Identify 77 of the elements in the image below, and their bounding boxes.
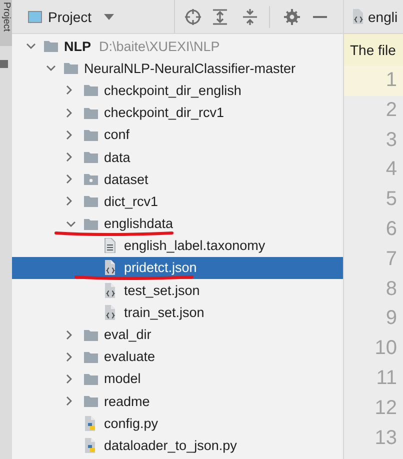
folder-icon <box>84 395 98 408</box>
chevron-right-icon[interactable] <box>66 352 72 362</box>
folder-icon <box>84 128 98 141</box>
json-file-icon <box>104 282 116 298</box>
panel-title[interactable]: Project <box>48 8 92 24</box>
tree-item[interactable]: dataloader_to_json.py <box>12 434 343 457</box>
folder-icon <box>84 218 98 230</box>
tree-item[interactable]: englishdata <box>12 212 343 235</box>
collapse-all-icon[interactable] <box>242 8 257 24</box>
folder-icon <box>64 62 78 74</box>
line-number: 10 <box>374 336 398 362</box>
json-file-icon <box>352 9 364 24</box>
line-number: 8 <box>384 276 398 302</box>
tree-item[interactable]: data <box>12 146 343 168</box>
editor-tab[interactable]: engli <box>344 0 403 34</box>
chevron-right-icon[interactable] <box>66 108 72 118</box>
chevron-right-icon[interactable] <box>66 374 72 384</box>
tree-item[interactable]: eval_dir <box>12 323 343 346</box>
chevron-down-icon[interactable] <box>26 43 36 50</box>
dropdown-caret-icon[interactable] <box>104 14 114 20</box>
chevron-right-icon[interactable] <box>66 152 72 162</box>
line-number: 11 <box>375 366 398 391</box>
tree-item[interactable]: NLP D:\baite\XUEXI\NLP <box>12 35 343 58</box>
line-number: 3 <box>384 128 398 153</box>
tree-item[interactable]: english_label.taxonomy <box>12 234 343 257</box>
json-file-icon <box>104 260 116 276</box>
tree-item[interactable]: model <box>12 368 343 390</box>
python-file-icon <box>84 438 97 453</box>
chevron-right-icon[interactable] <box>66 196 72 206</box>
tool-window-tab[interactable]: Project <box>0 0 12 46</box>
tree-item[interactable]: checkpoint_dir_rcv1 <box>12 102 343 124</box>
package-folder-icon <box>84 173 98 186</box>
line-number: 6 <box>384 216 398 242</box>
chevron-right-icon[interactable] <box>66 396 72 406</box>
folder-icon <box>84 372 98 385</box>
tree-item[interactable]: checkpoint_dir_english <box>12 79 343 102</box>
line-number: 2 <box>384 98 398 123</box>
line-number: 9 <box>384 306 398 332</box>
project-path: D:\baite\XUEXI\NLP <box>99 38 220 54</box>
folder-icon <box>84 151 98 164</box>
crosshair-icon[interactable] <box>184 8 201 24</box>
tree-item[interactable]: conf <box>12 124 343 146</box>
line-number: 7 <box>384 246 398 272</box>
line-number: 1 <box>344 66 403 96</box>
expand-all-icon[interactable] <box>212 8 227 24</box>
project-icon <box>28 10 42 22</box>
folder-icon <box>84 84 98 96</box>
tree-item[interactable]: readme <box>12 390 343 412</box>
chevron-right-icon[interactable] <box>66 130 72 140</box>
tree-item[interactable]: config.py <box>12 412 343 434</box>
tree-item[interactable]: pridetct.json <box>12 256 343 280</box>
json-file-icon <box>104 304 116 320</box>
chevron-down-icon[interactable] <box>66 220 76 227</box>
tree-item[interactable]: train_set.json <box>12 301 343 324</box>
folder-icon <box>44 40 58 52</box>
line-number: 4 <box>384 157 398 182</box>
notice-text: The file <box>344 34 403 66</box>
chevron-right-icon[interactable] <box>66 330 72 340</box>
python-file-icon <box>84 416 97 431</box>
tree-item[interactable]: dict_rcv1 <box>12 190 343 212</box>
tree-item[interactable]: evaluate <box>12 346 343 368</box>
text-file-icon <box>104 238 116 254</box>
line-number: 5 <box>384 187 398 212</box>
line-number: 12 <box>374 396 398 421</box>
tree-item[interactable]: test_set.json <box>12 279 343 302</box>
folder-icon <box>84 195 98 208</box>
tree-item[interactable]: dataset <box>12 168 343 190</box>
folder-icon <box>84 350 98 363</box>
folder-icon <box>84 106 98 119</box>
chevron-down-icon[interactable] <box>46 65 56 72</box>
line-number: 13 <box>374 426 398 451</box>
settings-icon[interactable] <box>284 8 300 24</box>
tree-item[interactable]: NeuralNLP-NeuralClassifier-master <box>12 57 343 80</box>
minimize-icon[interactable] <box>312 16 327 18</box>
folder-icon <box>84 328 98 341</box>
chevron-right-icon[interactable] <box>66 174 72 184</box>
chevron-right-icon[interactable] <box>66 85 72 96</box>
